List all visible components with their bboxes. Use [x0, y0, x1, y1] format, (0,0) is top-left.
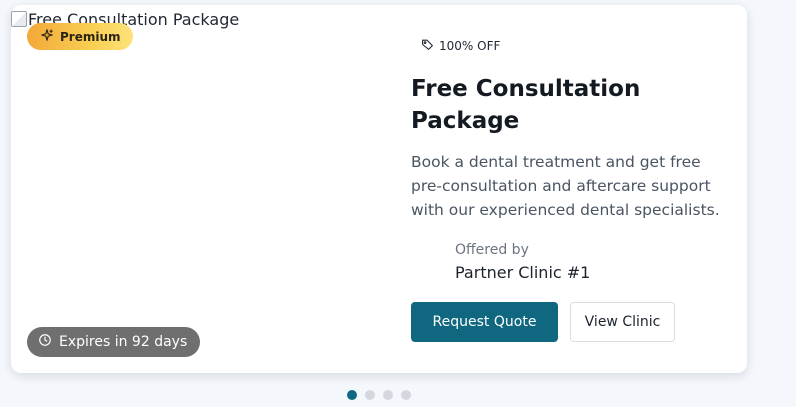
discount-text: 100% OFF — [439, 39, 501, 53]
carousel-dot[interactable] — [347, 390, 357, 400]
carousel-dot[interactable] — [365, 390, 375, 400]
clinic-name[interactable]: Partner Clinic #1 — [455, 263, 590, 282]
premium-badge-label: Premium — [60, 29, 121, 44]
offer-description: Book a dental treatment and get free pre… — [411, 153, 720, 219]
view-clinic-button[interactable]: View Clinic — [570, 302, 675, 342]
expiry-text: Expires in 92 days — [59, 334, 188, 350]
offer-title: Free Consultation Package — [411, 76, 641, 134]
broken-image-icon — [11, 11, 27, 27]
carousel-dot[interactable] — [401, 390, 411, 400]
tag-icon — [421, 38, 434, 54]
premium-badge: Premium — [27, 23, 133, 50]
offer-card: Free Consultation Package Premium Expire… — [11, 5, 747, 373]
expiry-badge: Expires in 92 days — [27, 327, 201, 357]
sparkle-icon — [40, 28, 54, 45]
request-quote-button[interactable]: Request Quote — [411, 302, 558, 342]
carousel-dots — [347, 390, 411, 400]
carousel-dot[interactable] — [383, 390, 393, 400]
discount-tag: 100% OFF — [421, 38, 500, 54]
clock-icon — [38, 333, 52, 351]
offered-by-label: Offered by — [455, 242, 529, 258]
